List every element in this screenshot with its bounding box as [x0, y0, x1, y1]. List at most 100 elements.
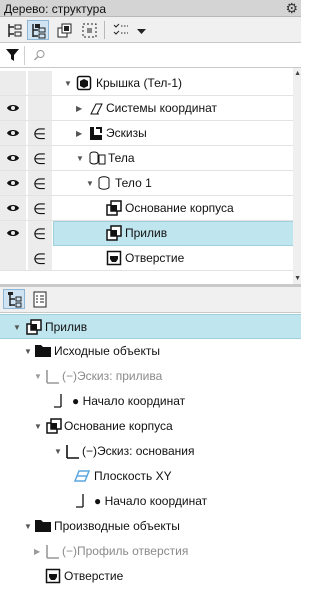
row-label: Прилив [45, 320, 88, 334]
tree-row[interactable]: ▼ (−)Эскиз: прилива [0, 364, 301, 389]
element-of-icon[interactable]: ∈ [33, 125, 46, 143]
tab-tree[interactable] [3, 289, 25, 309]
tree-row[interactable]: ▶ Системы координат [0, 96, 301, 121]
visibility-cell [0, 221, 27, 246]
structure-view-button[interactable] [27, 20, 49, 40]
eye-icon[interactable] [6, 103, 20, 113]
toolbar-separator [104, 21, 105, 39]
tree-row[interactable]: ∈ ▶ Эскизы [0, 121, 301, 146]
tree-view-button[interactable] [3, 20, 25, 40]
expanded-arrow-icon[interactable]: ▼ [24, 522, 32, 531]
tree-row-selected[interactable]: ∈ Прилив [0, 221, 301, 246]
row-label: Отверстие [125, 251, 185, 265]
coordinate-system-icon [90, 103, 103, 115]
expanded-arrow-icon[interactable]: ▼ [86, 179, 94, 188]
row-label: Тела [108, 151, 135, 165]
model-cell [28, 71, 52, 96]
toolbar [0, 17, 301, 43]
origin-icon [54, 394, 62, 408]
sketch-icon [66, 445, 79, 459]
visibility-cell [0, 71, 27, 96]
tree-row[interactable]: ∈ Отверстие [0, 246, 301, 271]
eye-icon[interactable] [6, 228, 20, 238]
eye-icon[interactable] [6, 153, 20, 163]
scroll-down-arrow-icon[interactable]: ▼ [294, 275, 301, 282]
collapsed-arrow-icon[interactable]: ▶ [34, 547, 40, 556]
search-input[interactable] [24, 46, 299, 65]
structure-view-icon [32, 24, 46, 39]
eye-icon[interactable] [6, 178, 20, 188]
tree-row[interactable]: ▼ Исходные объекты [0, 339, 301, 364]
element-of-icon[interactable]: ∈ [33, 225, 46, 243]
tree-row[interactable]: ∈ Основание корпуса [0, 196, 301, 221]
tree-row[interactable]: Отверстие [0, 564, 301, 589]
visibility-cell [0, 121, 27, 146]
select-frame-icon [82, 23, 97, 38]
tree-row[interactable]: ▶ (−)Профиль отверстия [0, 539, 301, 564]
funnel-icon[interactable] [5, 48, 20, 63]
expanded-arrow-icon[interactable]: ▼ [34, 372, 42, 381]
row-label: Тело 1 [115, 176, 152, 190]
collapsed-arrow-icon[interactable]: ▶ [76, 104, 82, 113]
tree-row[interactable]: ● Начало координат [0, 389, 301, 414]
model-cell: ∈ [28, 171, 52, 196]
visibility-cell [0, 96, 27, 121]
expanded-arrow-icon[interactable]: ▼ [13, 323, 21, 332]
plane-icon [74, 470, 90, 482]
element-of-icon[interactable]: ∈ [33, 175, 46, 193]
expanded-arrow-icon[interactable]: ▼ [34, 422, 42, 431]
sketch-icon [90, 127, 102, 140]
tree-row[interactable]: ▼ Крышка (Тел-1) [0, 71, 301, 96]
model-cell [28, 96, 52, 121]
eye-icon[interactable] [6, 203, 20, 213]
tree-row[interactable]: ▼ (−)Эскиз: основания [0, 439, 301, 464]
row-label: (−)Эскиз: основания [82, 444, 195, 458]
expanded-arrow-icon[interactable]: ▼ [24, 347, 32, 356]
copy-icon [57, 23, 72, 38]
tree-row[interactable]: ● Начало координат [0, 489, 301, 514]
properties-tab-icon [33, 291, 47, 308]
gear-icon[interactable]: ⚙ [285, 0, 298, 17]
panel-tabs [0, 287, 301, 313]
folder-icon [35, 520, 51, 532]
expanded-arrow-icon[interactable]: ▼ [64, 79, 72, 88]
eye-icon[interactable] [6, 128, 20, 138]
row-label: ● Начало координат [94, 494, 208, 508]
row-label: Прилив [125, 226, 168, 240]
expanded-arrow-icon[interactable]: ▼ [54, 447, 62, 456]
sketch-icon [46, 370, 59, 384]
row-label: (−)Профиль отверстия [62, 544, 189, 558]
extrusion-icon [26, 319, 42, 335]
list-checks-button[interactable] [109, 20, 131, 40]
model-cell: ∈ [28, 196, 52, 221]
tab-properties[interactable] [28, 289, 50, 309]
model-cell: ∈ [28, 246, 52, 271]
model-cell: ∈ [28, 146, 52, 171]
element-of-icon[interactable]: ∈ [33, 250, 46, 268]
tree-row[interactable]: ∈ ▼ Тела [0, 146, 301, 171]
tree-row-selected[interactable]: ▼ Прилив [0, 314, 301, 339]
copy-button[interactable] [53, 20, 75, 40]
tree-tab-icon [8, 292, 22, 308]
tree-row[interactable]: ▼ Производные объекты [0, 514, 301, 539]
tree-row[interactable]: ∈ ▼ Тело 1 [0, 171, 301, 196]
collapsed-arrow-icon[interactable]: ▶ [76, 129, 82, 138]
element-of-icon[interactable]: ∈ [33, 150, 46, 168]
row-divider [0, 270, 301, 271]
expanded-arrow-icon[interactable]: ▼ [76, 154, 84, 163]
select-frame-button[interactable] [78, 20, 100, 40]
scroll-up-arrow-icon[interactable]: ▲ [294, 70, 301, 77]
relations-tree: ▼ Прилив ▼ Исходные объекты ▼ (−)Эскиз: … [0, 313, 301, 589]
row-label: Плоскость XY [94, 469, 172, 483]
visibility-cell [0, 246, 27, 271]
vertical-scrollbar[interactable]: ▲ ▼ [293, 68, 301, 284]
element-of-icon[interactable]: ∈ [33, 200, 46, 218]
dropdown-button[interactable] [132, 20, 150, 40]
tree-row[interactable]: Плоскость XY [0, 464, 301, 489]
row-label: Основание корпуса [125, 201, 234, 215]
origin-icon [76, 494, 84, 508]
visibility-cell [0, 196, 27, 221]
selection-highlight [53, 221, 299, 246]
tree-row[interactable]: ▼ Основание корпуса [0, 414, 301, 439]
extrusion-icon [106, 200, 122, 216]
